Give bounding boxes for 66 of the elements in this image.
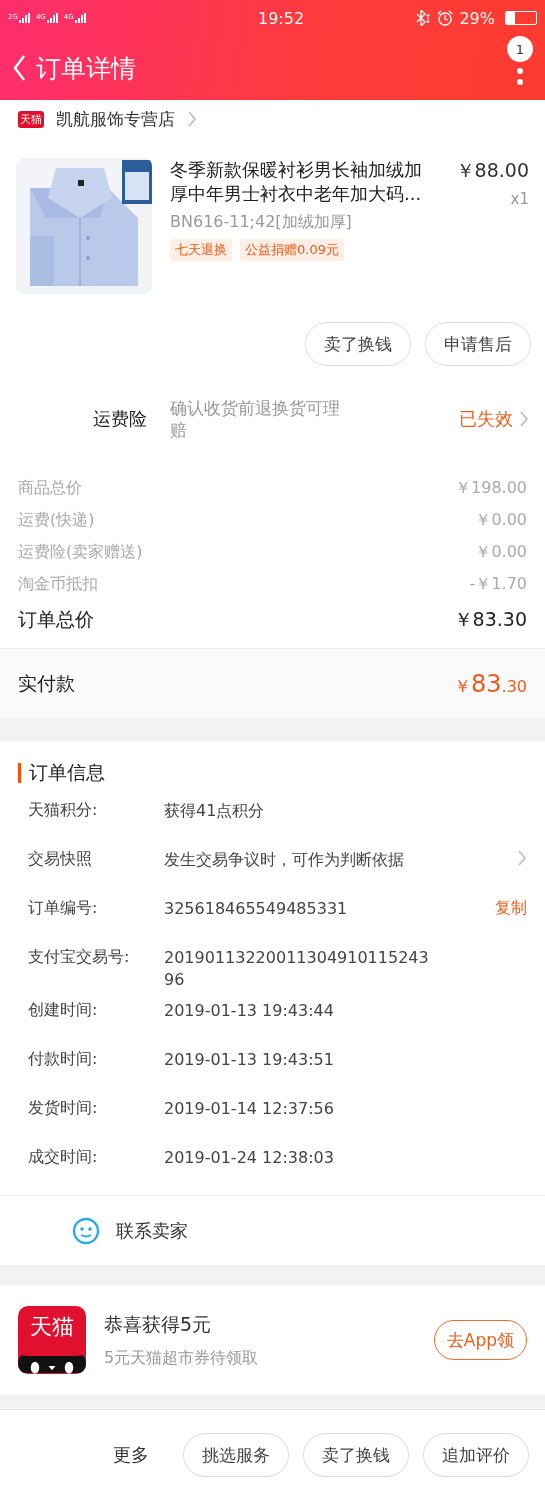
info-label: 交易快照 <box>27 849 93 870</box>
insurance-description: 确认收货前退换货可理赔 <box>170 397 341 441</box>
price-value: ￥83.30 <box>453 607 527 632</box>
price-value: ￥0.00 <box>475 541 527 563</box>
info-value: 获得41点积分 <box>164 800 266 822</box>
product-title[interactable]: 冬季新款保暖衬衫男长袖加绒加厚中年男士衬衣中老年加大码... <box>170 158 438 206</box>
info-value: 325618465549485331 <box>164 898 349 920</box>
dots-icon <box>517 67 523 85</box>
info-label: 订单编号: <box>27 898 99 919</box>
price-label: 商品总价 <box>18 477 82 499</box>
action-button[interactable]: 追加评价 <box>423 1433 529 1477</box>
page-title: 订单详情 <box>36 52 137 85</box>
accent-bar <box>18 763 21 783</box>
action-button[interactable]: 挑选服务 <box>183 1433 289 1477</box>
tmall-badge: 天猫 <box>18 110 44 128</box>
action-button[interactable]: 卖了换钱 <box>305 322 411 366</box>
info-label: 支付宝交易号: <box>27 947 131 968</box>
shop-name: 凯航服饰专营店 <box>56 107 175 131</box>
back-icon <box>12 54 26 82</box>
price-value: ￥198.00 <box>455 477 527 499</box>
info-value: 2019-01-13 19:43:44 <box>164 1000 335 1022</box>
battery-icon <box>505 11 537 25</box>
product-quantity: x1 <box>510 190 529 208</box>
copy-link[interactable]: 复制 <box>495 898 527 919</box>
price-label: 运费险(卖家赠送) <box>18 541 143 563</box>
info-label: 创建时间: <box>27 1000 99 1021</box>
promo-subtitle: 5元天猫超市券待领取 <box>104 1347 260 1369</box>
info-value: 2019-01-13 19:43:51 <box>164 1049 335 1071</box>
signal-icon <box>46 13 58 23</box>
battery-percent: 29% <box>459 8 495 28</box>
info-label: 成交时间: <box>27 1147 99 1168</box>
chevron-icon <box>187 110 197 128</box>
service-tag: 公益捐赠0.09元 <box>240 239 344 261</box>
signal-icon <box>74 13 86 23</box>
info-value: 2019-01-14 12:37:56 <box>164 1098 335 1120</box>
claim-button[interactable]: 去App领 <box>433 1320 527 1360</box>
insurance-label: 运费险 <box>93 407 148 431</box>
section-title: 订单信息 <box>29 760 105 785</box>
service-tag: 七天退换 <box>170 239 232 261</box>
tmall-logo: 天猫 <box>18 1306 86 1374</box>
info-value: 发生交易争议时，可作为判断依据 <box>164 849 405 871</box>
price-label: 运费(快递) <box>18 509 95 531</box>
paid-amount: ￥83.30 <box>454 670 527 698</box>
info-label: 天猫积分: <box>27 800 99 821</box>
info-label: 发货时间: <box>27 1098 99 1119</box>
signal-icon <box>18 13 30 23</box>
more-button[interactable]: 更多 <box>113 1443 149 1467</box>
info-label: 付款时间: <box>27 1049 99 1070</box>
promo-title: 恭喜获得5元 <box>104 1311 213 1337</box>
product-sku: BN616-11;42[加绒加厚] <box>170 212 353 233</box>
info-value: 2019011322001130491011524396 <box>164 947 430 991</box>
chat-icon <box>72 1216 100 1245</box>
action-button[interactable]: 申请售后 <box>425 322 531 366</box>
bluetooth-icon <box>416 10 432 26</box>
price-label: 订单总价 <box>18 607 94 632</box>
clock-time: 19:52 <box>258 8 305 28</box>
chevron-icon <box>519 410 529 428</box>
price-value: ￥0.00 <box>475 509 527 531</box>
paid-label: 实付款 <box>18 671 75 696</box>
action-button[interactable]: 卖了换钱 <box>303 1433 409 1477</box>
alarm-icon <box>437 10 454 26</box>
product-price: ￥88.00 <box>455 158 529 183</box>
price-value: -￥1.70 <box>469 573 527 595</box>
notification-badge: 1 <box>507 36 533 62</box>
price-label: 淘金币抵扣 <box>18 573 98 595</box>
info-value: 2019-01-24 12:38:03 <box>164 1147 335 1169</box>
